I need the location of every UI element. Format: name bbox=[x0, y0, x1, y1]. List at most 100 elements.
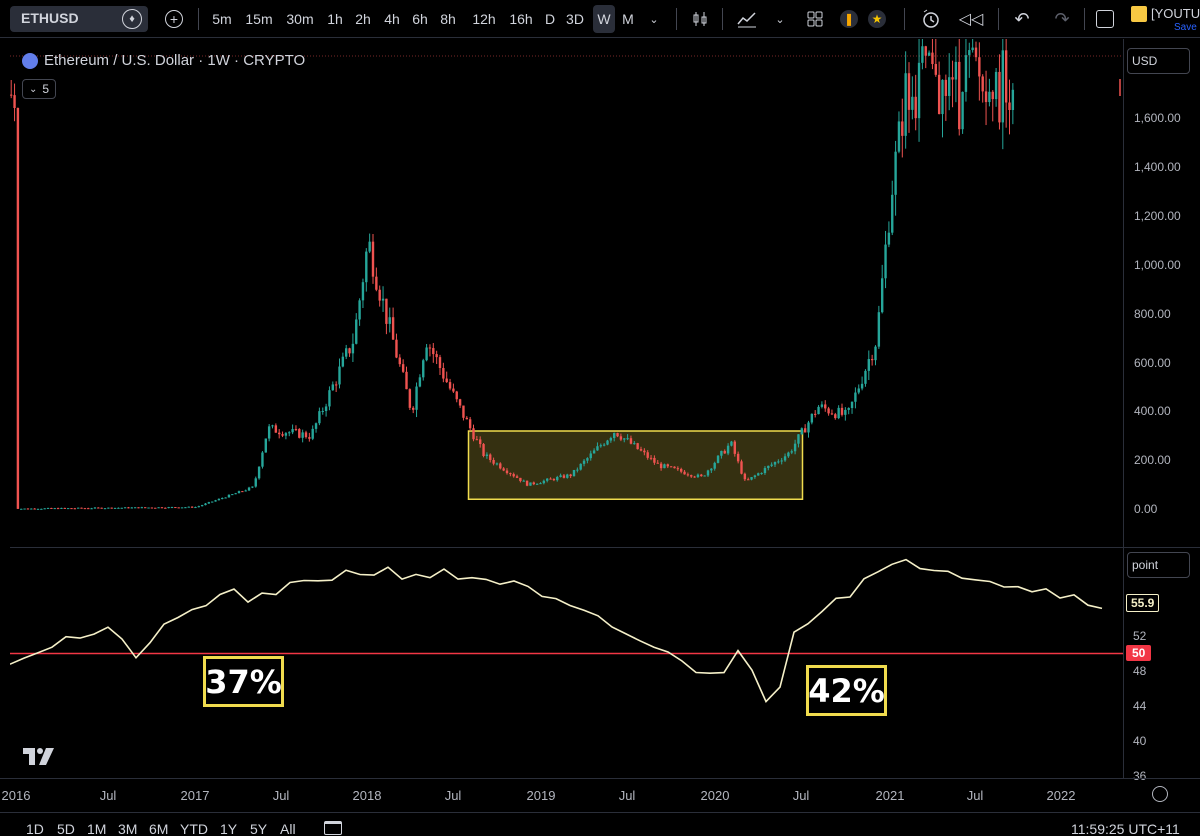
candle-body bbox=[988, 91, 991, 103]
replay-button[interactable] bbox=[918, 5, 944, 33]
candle-body bbox=[341, 356, 345, 367]
candle-body bbox=[619, 436, 623, 440]
diamond-icon[interactable]: ♦ bbox=[122, 9, 142, 29]
rewind-button[interactable]: ◁◁ bbox=[958, 5, 984, 33]
candle-body bbox=[1004, 50, 1008, 103]
candle-body bbox=[656, 462, 659, 464]
chart-plot-area[interactable] bbox=[10, 39, 1123, 778]
candle-body bbox=[663, 464, 666, 469]
date-range-icon[interactable] bbox=[324, 821, 342, 835]
range-button[interactable]: 6M bbox=[149, 821, 168, 836]
candle-body bbox=[726, 445, 730, 454]
fullscreen-button[interactable] bbox=[1094, 5, 1116, 33]
candle-body bbox=[80, 507, 83, 509]
toolbar-divider bbox=[722, 8, 723, 30]
interval-button[interactable]: 30m bbox=[282, 5, 318, 33]
interval-button[interactable]: W bbox=[593, 5, 615, 33]
candle-body bbox=[381, 298, 385, 301]
undo-button[interactable]: ↶ bbox=[1010, 5, 1034, 33]
candle-body bbox=[820, 404, 824, 407]
candle-body bbox=[87, 508, 90, 510]
save-label[interactable]: Save bbox=[1174, 22, 1197, 33]
time-tick-label: Jul bbox=[272, 788, 290, 803]
candle-body bbox=[348, 348, 351, 354]
candle-body bbox=[113, 507, 117, 509]
candle-body bbox=[730, 441, 733, 446]
candle-body bbox=[301, 432, 304, 438]
range-button[interactable]: All bbox=[280, 821, 296, 836]
interval-button[interactable]: 12h bbox=[469, 5, 499, 33]
chart-type-button[interactable] bbox=[688, 5, 712, 33]
redo-button[interactable]: ↷ bbox=[1050, 5, 1074, 33]
pane-separator[interactable] bbox=[10, 547, 1200, 548]
candle-body bbox=[837, 407, 840, 419]
interval-button[interactable]: 8h bbox=[437, 5, 459, 33]
candle-body bbox=[204, 503, 207, 506]
candle-body bbox=[793, 443, 797, 452]
candle-body bbox=[609, 437, 613, 441]
candle-body bbox=[562, 475, 566, 478]
interval-button[interactable]: 2h bbox=[352, 5, 374, 33]
interval-button[interactable]: 4h bbox=[381, 5, 403, 33]
currency-button[interactable]: USD bbox=[1127, 48, 1190, 74]
candle-body bbox=[130, 507, 133, 509]
indicators-dropdown[interactable]: ⌄ bbox=[772, 5, 788, 33]
interval-button[interactable]: 1h bbox=[324, 5, 346, 33]
candle-body bbox=[495, 463, 499, 465]
candle-body bbox=[623, 438, 626, 440]
candle-body bbox=[308, 437, 311, 439]
interval-button[interactable]: 16h bbox=[506, 5, 536, 33]
candle-body bbox=[1001, 50, 1004, 123]
range-button[interactable]: 1Y bbox=[220, 821, 237, 836]
candle-body bbox=[10, 94, 13, 96]
range-button[interactable]: 3M bbox=[118, 821, 137, 836]
candle-body bbox=[696, 474, 700, 477]
candle-body bbox=[164, 507, 167, 509]
clock[interactable]: 11:59:25 UTC+11 bbox=[1071, 821, 1180, 836]
redo-icon: ↷ bbox=[1054, 8, 1070, 29]
range-button[interactable]: 5Y bbox=[250, 821, 267, 836]
candle-body bbox=[371, 241, 375, 277]
candle-body bbox=[874, 346, 877, 361]
candle-body bbox=[532, 482, 535, 485]
symbol-search-button[interactable]: ETHUSD ♦ bbox=[10, 6, 148, 32]
level-value: 50 bbox=[1132, 646, 1146, 660]
candle-body bbox=[733, 441, 736, 454]
annotation-box-left[interactable]: 37% bbox=[203, 656, 284, 707]
interval-button[interactable]: 15m bbox=[243, 5, 275, 33]
annotation-box-right[interactable]: 42% bbox=[806, 665, 887, 716]
alert-button[interactable]: ❚ bbox=[838, 5, 860, 33]
range-button[interactable]: 1M bbox=[87, 821, 106, 836]
layout-button[interactable] bbox=[804, 5, 826, 33]
candle-body bbox=[237, 491, 241, 494]
interval-button[interactable]: M bbox=[618, 5, 638, 33]
candle-body bbox=[133, 507, 137, 509]
candle-body bbox=[633, 443, 636, 445]
candle-body bbox=[502, 468, 505, 471]
candle-body bbox=[351, 343, 355, 354]
interval-button[interactable]: 6h bbox=[409, 5, 431, 33]
candle-body bbox=[120, 507, 123, 509]
compare-button[interactable]: + bbox=[162, 5, 186, 33]
candle-body bbox=[914, 96, 917, 119]
candle-body bbox=[747, 479, 750, 481]
candle-body bbox=[763, 468, 767, 474]
range-button[interactable]: YTD bbox=[180, 821, 208, 836]
indicators-button[interactable] bbox=[734, 5, 760, 33]
interval-button[interactable]: D bbox=[542, 5, 558, 33]
price-tick-label: 1,000.00 bbox=[1134, 258, 1181, 272]
interval-button[interactable]: 3D bbox=[564, 5, 586, 33]
candle-body bbox=[777, 461, 780, 463]
layout-name-button[interactable]: [YOUTU Save bbox=[1128, 4, 1200, 34]
favorites-button[interactable]: ★ bbox=[866, 5, 888, 33]
range-button[interactable]: 5D bbox=[57, 821, 75, 836]
oscillator-tick-label: 52 bbox=[1133, 629, 1147, 643]
interval-dropdown-button[interactable]: ⌄ bbox=[644, 5, 664, 33]
candle-body bbox=[606, 440, 609, 445]
oscillator-scale-button[interactable]: point bbox=[1127, 552, 1190, 578]
axis-settings-icon[interactable] bbox=[1152, 786, 1168, 802]
interval-button[interactable]: 5m bbox=[208, 5, 236, 33]
candle-body bbox=[127, 507, 130, 509]
range-button[interactable]: 1D bbox=[26, 821, 44, 836]
indicator-collapse-button[interactable]: ⌄ 5 bbox=[22, 79, 56, 99]
